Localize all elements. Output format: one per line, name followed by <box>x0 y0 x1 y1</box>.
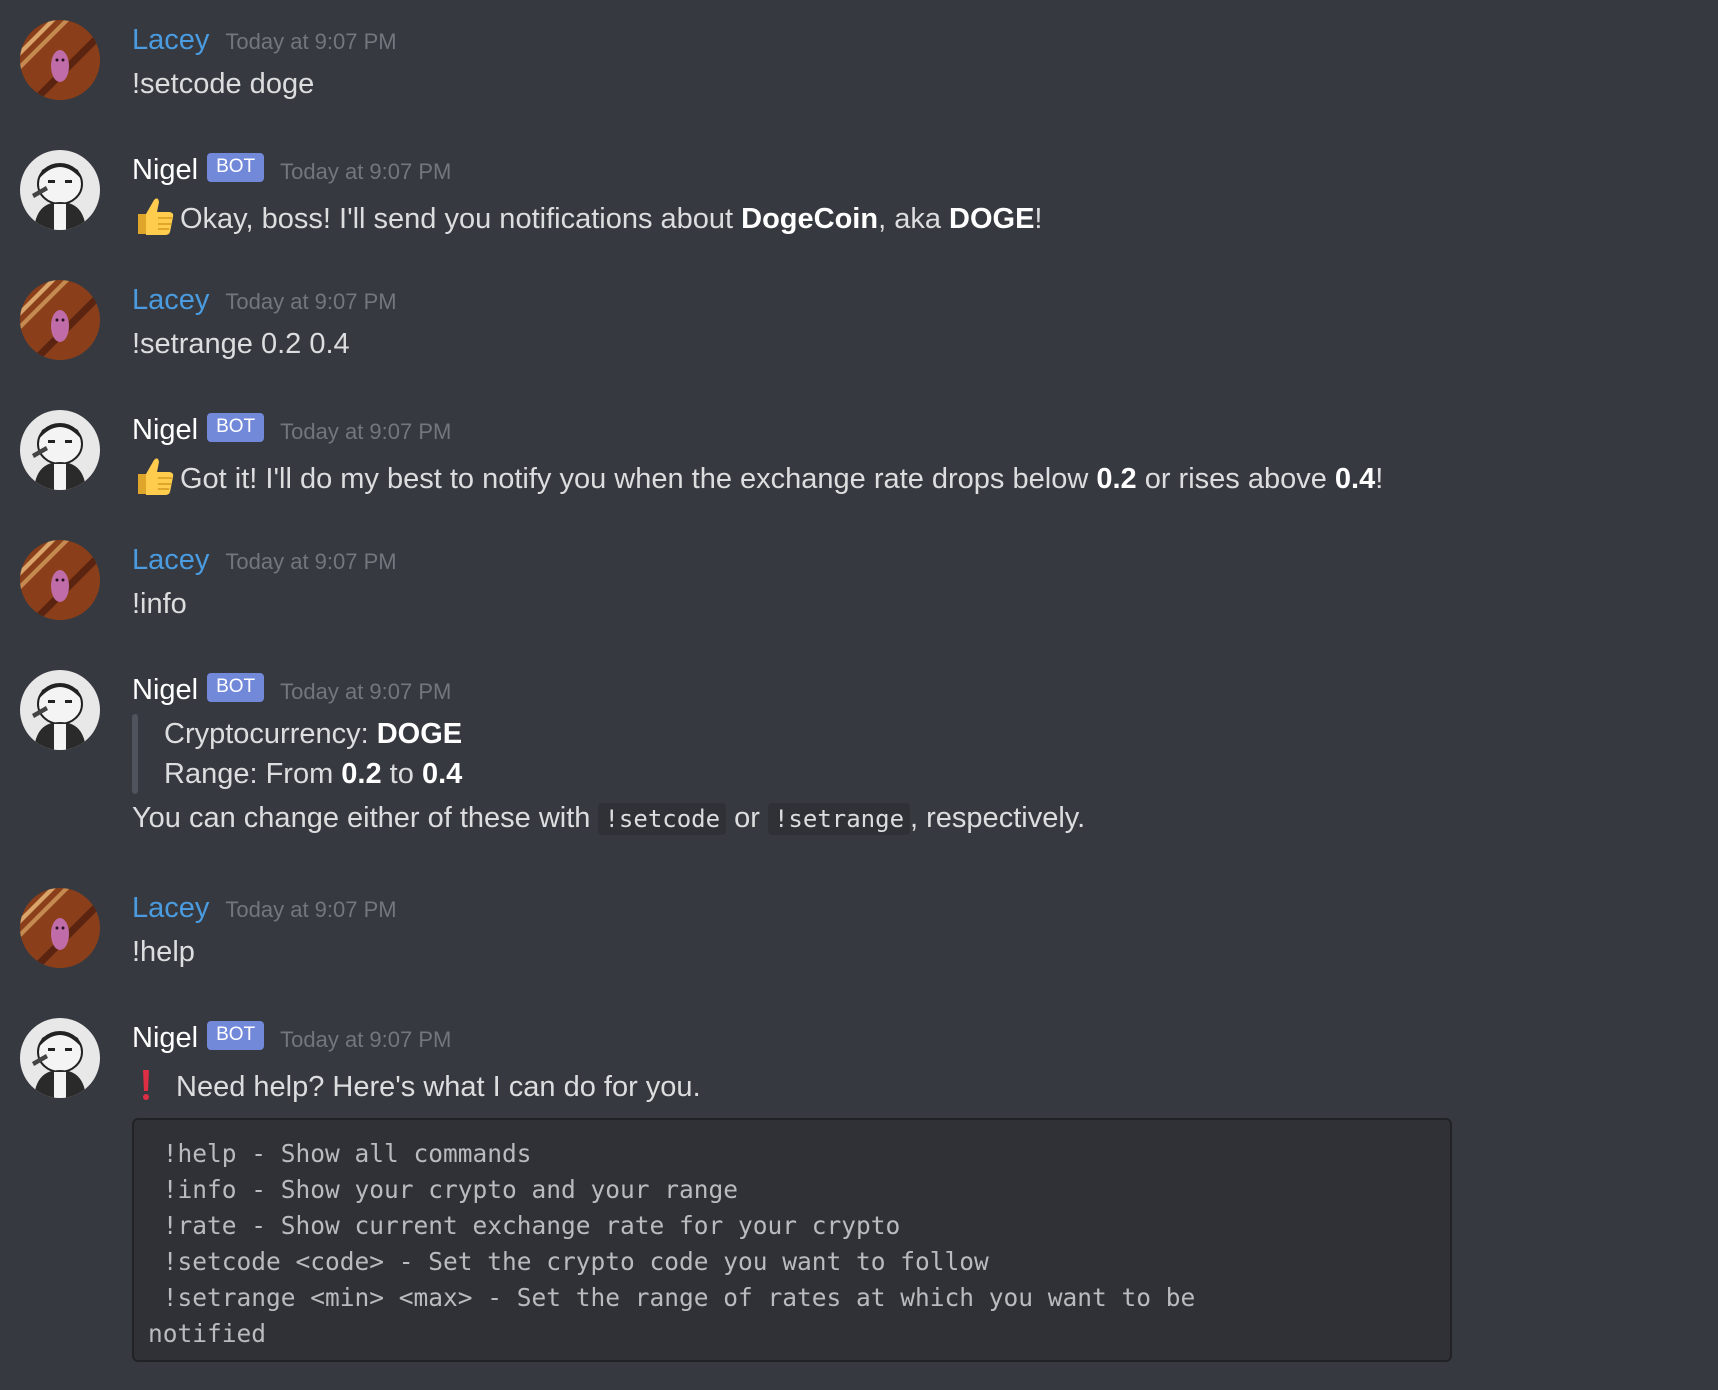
inline-code: !setrange <box>767 803 911 835</box>
message-timestamp: Today at 9:07 PM <box>280 419 452 444</box>
message-timestamp: Today at 9:07 PM <box>280 679 452 704</box>
bot-tag: BOT <box>207 412 265 442</box>
avatar-nigel[interactable] <box>20 410 100 490</box>
footer-line: You can change either of these with !set… <box>132 802 1086 835</box>
message-text: Okay, boss! I'll send you notifications … <box>132 194 1042 239</box>
code-line: !info - Show your crypto and your range <box>148 1175 739 1204</box>
message-text: !info <box>132 588 187 620</box>
bot-tag: BOT <box>207 1020 265 1050</box>
bot-tag: BOT <box>207 672 265 702</box>
message-text: !setrange 0.2 0.4 <box>132 328 350 360</box>
inline-code: !setcode <box>598 803 727 835</box>
thumbs-up-icon <box>132 194 176 238</box>
author-name[interactable]: Lacey <box>132 24 209 57</box>
quote-line-range: Range: From 0.2 to 0.4 <box>164 758 463 790</box>
code-line: !help - Show all commands <box>148 1139 532 1168</box>
author-name[interactable]: Lacey <box>132 892 209 925</box>
avatar-lacey[interactable] <box>20 888 100 968</box>
block-quote: Cryptocurrency: DOGE Range: From 0.2 to … <box>132 714 1085 794</box>
code-block: !help - Show all commands !info - Show y… <box>132 1118 1452 1362</box>
avatar-nigel[interactable] <box>20 150 100 230</box>
code-line: notified <box>148 1319 267 1348</box>
quote-line-crypto: Cryptocurrency: DOGE <box>164 718 463 750</box>
message-timestamp: Today at 9:07 PM <box>225 29 397 54</box>
bot-tag: BOT <box>207 152 265 182</box>
message-timestamp: Today at 9:07 PM <box>225 549 397 574</box>
message-timestamp: Today at 9:07 PM <box>280 1027 452 1052</box>
avatar-lacey[interactable] <box>20 20 100 100</box>
avatar-lacey[interactable] <box>20 540 100 620</box>
code-line: !setcode <code> - Set the crypto code yo… <box>148 1247 989 1276</box>
code-line: !rate - Show current exchange rate for y… <box>148 1211 901 1240</box>
message-timestamp: Today at 9:07 PM <box>280 159 452 184</box>
exclamation-icon <box>132 1062 172 1106</box>
chat-messages: Lacey Today at 9:07 PM !setcode doge Nig… <box>0 0 1718 1390</box>
author-name[interactable]: Nigel <box>132 154 198 187</box>
avatar-lacey[interactable] <box>20 280 100 360</box>
message-text: Cryptocurrency: DOGE Range: From 0.2 to … <box>132 714 1085 839</box>
code-line: !setrange <min> <max> - Set the range of… <box>148 1283 1196 1312</box>
message-timestamp: Today at 9:07 PM <box>225 289 397 314</box>
author-name[interactable]: Nigel <box>132 1022 198 1055</box>
message-text: Need help? Here's what I can do for you. <box>132 1062 701 1107</box>
thumbs-up-icon <box>132 454 176 498</box>
avatar-nigel[interactable] <box>20 670 100 750</box>
message-timestamp: Today at 9:07 PM <box>225 897 397 922</box>
author-name[interactable]: Lacey <box>132 284 209 317</box>
author-name[interactable]: Nigel <box>132 414 198 447</box>
message-text: Got it! I'll do my best to notify you wh… <box>132 454 1383 499</box>
avatar-nigel[interactable] <box>20 1018 100 1098</box>
author-name[interactable]: Nigel <box>132 674 198 707</box>
message-text: !setcode doge <box>132 68 315 100</box>
message-text: !help <box>132 936 195 968</box>
author-name[interactable]: Lacey <box>132 544 209 577</box>
